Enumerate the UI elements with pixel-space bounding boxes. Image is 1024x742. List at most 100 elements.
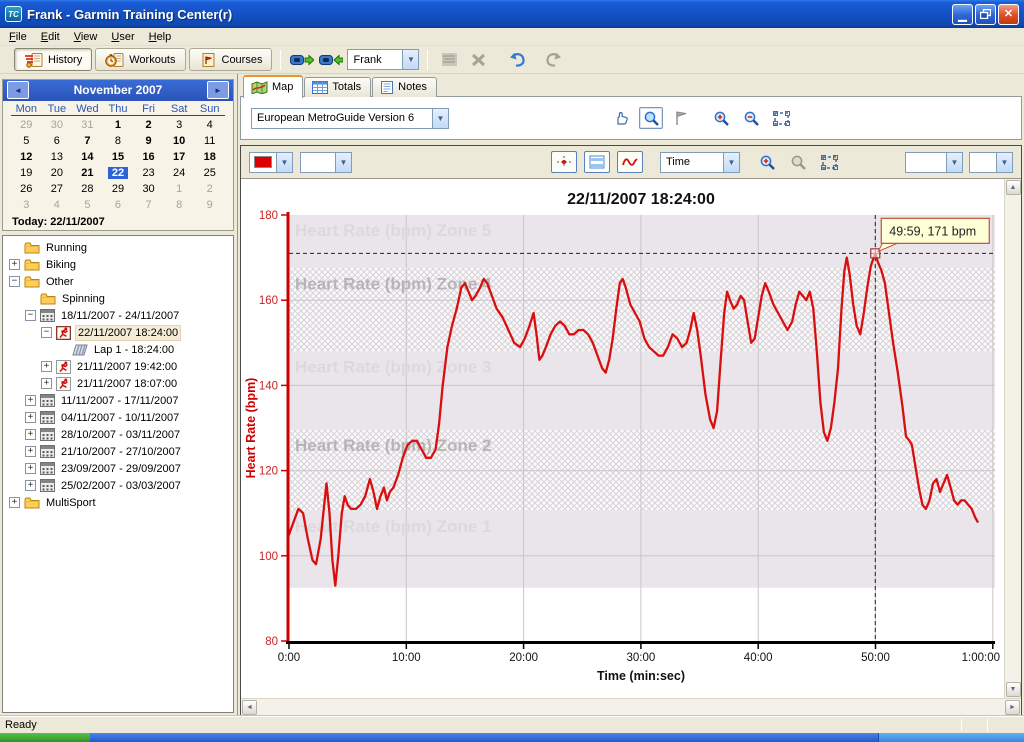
- tree-item-label[interactable]: 21/11/2007 19:42:00: [75, 360, 179, 374]
- calendar-day[interactable]: 24: [164, 165, 195, 181]
- minimize-button[interactable]: ▁: [952, 4, 973, 25]
- expand-icon[interactable]: +: [25, 463, 36, 474]
- tree-item-label[interactable]: 23/09/2007 - 29/09/2007: [59, 462, 183, 476]
- tree-item[interactable]: +04/11/2007 - 10/11/2007: [5, 409, 233, 426]
- right-axis-select-1-dropdown-icon[interactable]: ▼: [946, 153, 962, 172]
- calendar-day[interactable]: 18: [194, 149, 225, 165]
- scroll-down-button[interactable]: ▼: [1006, 682, 1021, 697]
- calendar-day[interactable]: 1: [103, 117, 134, 133]
- calendar-day[interactable]: 29: [103, 181, 134, 197]
- collapse-icon[interactable]: −: [25, 310, 36, 321]
- series-color-select[interactable]: ▼: [249, 152, 293, 173]
- tree-item[interactable]: +23/09/2007 - 29/09/2007: [5, 460, 233, 477]
- calendar-day[interactable]: 21: [72, 165, 103, 181]
- expand-icon[interactable]: +: [25, 480, 36, 491]
- start-button-edge[interactable]: [0, 733, 90, 742]
- x-axis-select[interactable]: Time ▼: [660, 152, 740, 173]
- calendar-day[interactable]: 30: [42, 117, 73, 133]
- tree-item[interactable]: Lap 1 - 18:24:00: [5, 341, 233, 358]
- calendar-day[interactable]: 19: [11, 165, 42, 181]
- map-select-dropdown-icon[interactable]: ▼: [432, 109, 448, 128]
- chart-fit-button[interactable]: [817, 151, 841, 173]
- chart-plot[interactable]: Heart Rate (bpm) Zone 5Heart Rate (bpm) …: [241, 179, 1004, 698]
- user-select-dropdown-icon[interactable]: ▼: [402, 50, 418, 69]
- calendar-day[interactable]: 14: [72, 149, 103, 165]
- crosshair-toggle-button[interactable]: [551, 151, 577, 173]
- tree-item-label[interactable]: 11/11/2007 - 17/11/2007: [59, 394, 180, 408]
- chart-vertical-scrollbar[interactable]: ▲ ▼: [1004, 179, 1021, 698]
- menu-item-view[interactable]: View: [67, 30, 105, 44]
- tree-item[interactable]: +21/11/2007 19:42:00: [5, 358, 233, 375]
- tree-item-label[interactable]: MultiSport: [44, 496, 98, 510]
- history-button[interactable]: History: [14, 48, 92, 71]
- scroll-right-button[interactable]: ►: [1005, 700, 1020, 715]
- restore-button[interactable]: [975, 4, 996, 25]
- calendar-day[interactable]: 8: [103, 133, 134, 149]
- calendar-day[interactable]: 9: [194, 197, 225, 213]
- calendar-day[interactable]: 12: [11, 149, 42, 165]
- expand-icon[interactable]: +: [9, 259, 20, 270]
- calendar-day[interactable]: 26: [11, 181, 42, 197]
- expand-icon[interactable]: +: [25, 446, 36, 457]
- workouts-button[interactable]: Workouts: [95, 48, 185, 71]
- calendar-day[interactable]: 15: [103, 149, 134, 165]
- tree-item-label[interactable]: 25/02/2007 - 03/03/2007: [59, 479, 183, 493]
- tree-item[interactable]: +28/10/2007 - 03/11/2007: [5, 426, 233, 443]
- calendar-day-selected[interactable]: 22: [103, 165, 134, 181]
- collapse-icon[interactable]: −: [41, 327, 52, 338]
- tree-item[interactable]: − 22/11/2007 18:24:00: [5, 324, 233, 341]
- calendar-day[interactable]: 2: [194, 181, 225, 197]
- menu-item-help[interactable]: Help: [142, 30, 179, 44]
- calendar-day[interactable]: 27: [42, 181, 73, 197]
- tree-item[interactable]: Spinning: [5, 290, 233, 307]
- pan-tool-button[interactable]: [609, 107, 633, 129]
- scroll-up-button[interactable]: ▲: [1006, 180, 1021, 195]
- calendar-day[interactable]: 20: [42, 165, 73, 181]
- smoothing-toggle-button[interactable]: [617, 151, 643, 173]
- tree-item-label[interactable]: Other: [44, 275, 76, 289]
- tab-notes[interactable]: Notes: [372, 77, 437, 97]
- calendar-day[interactable]: 6: [42, 133, 73, 149]
- calendar-day[interactable]: 17: [164, 149, 195, 165]
- calendar-day[interactable]: 31: [72, 117, 103, 133]
- expand-icon[interactable]: +: [25, 412, 36, 423]
- expand-icon[interactable]: +: [25, 395, 36, 406]
- right-axis-select-2[interactable]: ▼: [969, 152, 1013, 173]
- tree-item[interactable]: +21/11/2007 18:07:00: [5, 375, 233, 392]
- courses-button[interactable]: Courses: [189, 48, 273, 71]
- calendar-day[interactable]: 2: [133, 117, 164, 133]
- tab-totals[interactable]: Totals: [304, 77, 371, 97]
- calendar-day[interactable]: 7: [133, 197, 164, 213]
- user-select[interactable]: Frank ▼: [347, 49, 419, 70]
- close-button[interactable]: ✕: [998, 4, 1019, 25]
- tree-item-label-selected[interactable]: 22/11/2007 18:24:00: [75, 325, 181, 341]
- calendar-day[interactable]: 9: [133, 133, 164, 149]
- tree-item-label[interactable]: 21/11/2007 18:07:00: [75, 377, 179, 391]
- calendar-day[interactable]: 6: [103, 197, 134, 213]
- calendar-day[interactable]: 1: [164, 181, 195, 197]
- tree-item[interactable]: + Biking: [5, 256, 233, 273]
- send-to-device-button[interactable]: [289, 48, 315, 71]
- expand-icon[interactable]: +: [41, 378, 52, 389]
- calendar-day[interactable]: 25: [194, 165, 225, 181]
- calendar-day[interactable]: 3: [164, 117, 195, 133]
- calendar-day[interactable]: 30: [133, 181, 164, 197]
- heart-rate-chart[interactable]: Heart Rate (bpm) Zone 5Heart Rate (bpm) …: [241, 179, 1003, 691]
- tree-item-label[interactable]: 21/10/2007 - 27/10/2007: [59, 445, 183, 459]
- calendar-day[interactable]: 5: [11, 133, 42, 149]
- secondary-series-dropdown-icon[interactable]: ▼: [335, 153, 351, 172]
- zones-toggle-button[interactable]: [584, 151, 610, 173]
- calendar-day[interactable]: 3: [11, 197, 42, 213]
- expand-icon[interactable]: +: [41, 361, 52, 372]
- chart-zoom-in-button[interactable]: [755, 151, 779, 173]
- calendar-day[interactable]: 29: [11, 117, 42, 133]
- map-zoom-in-button[interactable]: [709, 107, 733, 129]
- calendar-day[interactable]: 7: [72, 133, 103, 149]
- secondary-series-select[interactable]: ▼: [300, 152, 352, 173]
- tree-item-label[interactable]: Biking: [44, 258, 78, 272]
- tree-item-label[interactable]: 04/11/2007 - 10/11/2007: [59, 411, 181, 425]
- map-product-select[interactable]: European MetroGuide Version 6 ▼: [251, 108, 449, 129]
- x-axis-select-dropdown-icon[interactable]: ▼: [723, 153, 739, 172]
- calendar-day[interactable]: 11: [194, 133, 225, 149]
- calendar-day[interactable]: 23: [133, 165, 164, 181]
